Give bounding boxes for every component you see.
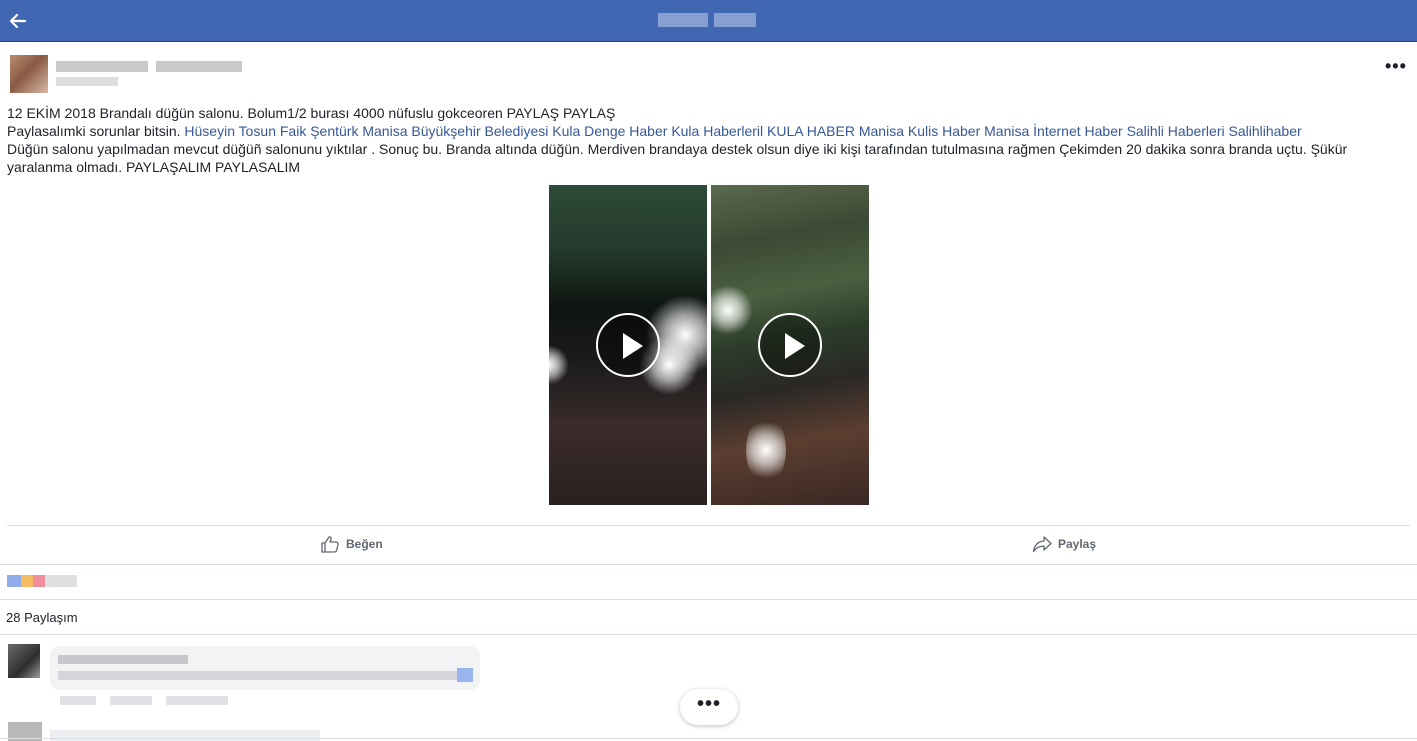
more-options-button[interactable]: ••• bbox=[1385, 57, 1407, 79]
author-avatar[interactable] bbox=[10, 55, 48, 93]
comment-actions-blurred[interactable] bbox=[60, 696, 228, 705]
back-arrow-icon[interactable] bbox=[8, 11, 28, 31]
tag-link[interactable]: Manisa Kulis Haber bbox=[859, 123, 980, 139]
tag-link[interactable]: Manisa Büyükşehir Belediyesi bbox=[362, 123, 548, 139]
post-text-line3: Düğün salonu yapılmadan mevcut düğüñ sal… bbox=[7, 141, 1348, 175]
divider bbox=[0, 634, 1417, 635]
like-label: Beğen bbox=[346, 537, 383, 551]
play-button[interactable] bbox=[596, 313, 660, 377]
tag-link[interactable]: KULA HABER bbox=[767, 123, 855, 139]
reactions-summary[interactable] bbox=[0, 565, 1417, 599]
thumbs-up-icon bbox=[321, 536, 339, 553]
divider bbox=[0, 738, 1417, 739]
load-more-button[interactable]: ••• bbox=[680, 689, 738, 725]
tag-link[interactable]: Kula Haberleril bbox=[671, 123, 763, 139]
author-name-blurred[interactable] bbox=[56, 61, 242, 72]
post-text-line2: Paylasalımki sorunlar bitsin. Hüseyin To… bbox=[7, 122, 1407, 140]
tag-link[interactable]: Faik Şentürk bbox=[280, 123, 359, 139]
tag-link[interactable]: Salihli Haberleri bbox=[1127, 123, 1225, 139]
comment-bubble-blurred bbox=[50, 646, 480, 690]
post-text: 12 EKİM 2018 Brandalı düğün salonu. Bolu… bbox=[7, 104, 1407, 176]
share-label: Paylaş bbox=[1058, 537, 1097, 551]
post-text-prefix: Paylasalımki sorunlar bitsin. bbox=[7, 123, 181, 139]
share-arrow-icon bbox=[1032, 536, 1052, 553]
shares-row: 28 Paylaşım bbox=[0, 600, 1417, 634]
tag-link[interactable]: Salihlihaber bbox=[1229, 123, 1302, 139]
commenter-avatar[interactable] bbox=[8, 644, 40, 678]
tag-link[interactable]: Kula Denge Haber bbox=[552, 123, 667, 139]
play-button[interactable] bbox=[758, 313, 822, 377]
comment-item bbox=[0, 636, 500, 716]
post-header: ••• bbox=[0, 43, 1417, 101]
video-thumbnail-2[interactable] bbox=[711, 185, 869, 505]
share-button[interactable]: Paylaş bbox=[1032, 535, 1096, 553]
comment-bubble-blurred bbox=[50, 730, 320, 741]
page-title-blurred bbox=[658, 13, 756, 27]
post-action-bar: Beğen Paylaş bbox=[0, 526, 1417, 564]
top-navigation-bar bbox=[0, 0, 1417, 42]
post-text-line1: 12 EKİM 2018 Brandalı düğün salonu. Bolu… bbox=[7, 105, 616, 121]
reaction-icons-blurred[interactable] bbox=[7, 575, 77, 587]
post-timestamp-blurred[interactable] bbox=[56, 77, 118, 86]
tag-link[interactable]: Manisa İnternet Haber bbox=[984, 123, 1123, 139]
video-thumbnail-1[interactable] bbox=[549, 185, 707, 505]
like-button[interactable]: Beğen bbox=[320, 535, 383, 553]
tag-link[interactable]: Hüseyin Tosun bbox=[184, 123, 276, 139]
shares-count[interactable]: 28 Paylaşım bbox=[6, 610, 78, 625]
